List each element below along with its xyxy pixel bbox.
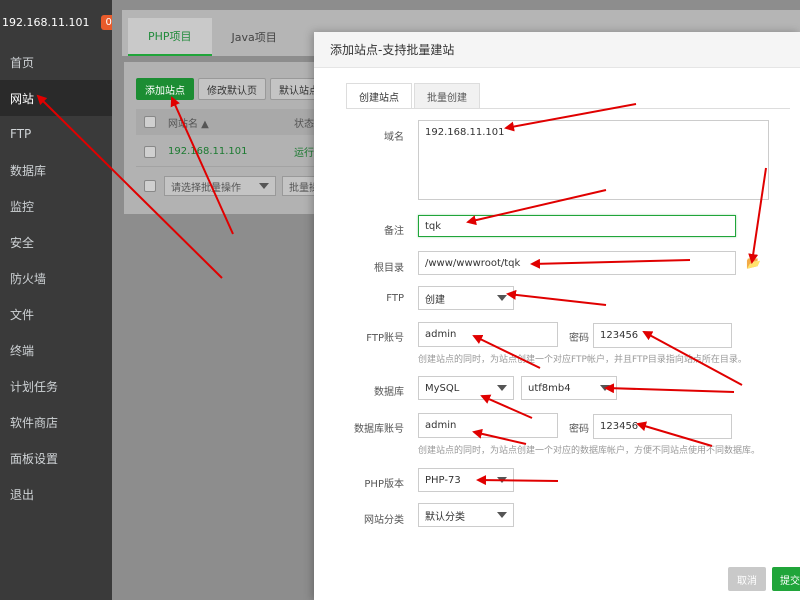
sidebar-item-terminal[interactable]: 终端 xyxy=(0,332,112,368)
row-checkbox[interactable] xyxy=(144,145,156,158)
column-status: 状态 xyxy=(294,118,314,130)
table-header: 网站名 ▲ 状态 xyxy=(136,109,316,135)
sidebar-item-store[interactable]: 软件商店 xyxy=(0,404,112,440)
sidebar-item-cron[interactable]: 计划任务 xyxy=(0,368,112,404)
sidebar: 192.168.11.101 0 首页 网站 FTP 数据库 监控 安全 防火墙… xyxy=(0,0,116,600)
category-label: 网站分类 xyxy=(364,515,404,526)
chevron-down-icon xyxy=(497,295,507,301)
db-hint: 创建站点的同时，为站点创建一个对应的数据库帐户，方便不同站点使用不同数据库。 xyxy=(418,446,761,456)
tab-java[interactable]: Java项目 xyxy=(212,18,297,56)
php-version-value: PHP-73 xyxy=(425,474,461,486)
table-row: 192.168.11.101 运行 xyxy=(136,137,316,167)
chevron-down-icon xyxy=(259,183,269,189)
modify-default-page-button[interactable]: 修改默认页 xyxy=(198,78,266,100)
php-version-label: PHP版本 xyxy=(364,479,404,490)
submit-button[interactable]: 提交 xyxy=(772,567,800,591)
remark-label: 备注 xyxy=(384,226,404,237)
sidebar-item-website[interactable]: 网站 xyxy=(0,80,112,116)
tab-batch-create[interactable]: 批量创建 xyxy=(414,83,480,109)
db-password-label: 密码 xyxy=(569,424,589,435)
sidebar-item-database[interactable]: 数据库 xyxy=(0,152,112,188)
ftp-password-label: 密码 xyxy=(569,333,589,344)
domain-label: 域名 xyxy=(384,132,404,143)
bulk-actions: 请选择批量操作 批量操作 xyxy=(136,176,336,196)
modal-title: 添加站点-支持批量建站 xyxy=(314,32,800,68)
chevron-down-icon xyxy=(497,477,507,483)
php-version-select[interactable]: PHP-73 xyxy=(418,468,514,492)
ftp-account-label: FTP账号 xyxy=(366,333,404,344)
ftp-select-value: 创建 xyxy=(425,294,445,306)
db-account-label: 数据库账号 xyxy=(354,424,404,435)
bulk-select-placeholder: 请选择批量操作 xyxy=(171,182,241,194)
select-all-checkbox[interactable] xyxy=(144,116,156,128)
tab-php[interactable]: PHP项目 xyxy=(128,18,212,56)
ftp-hint: 创建站点的同时，为站点创建一个对应FTP帐户，并且FTP目录指向站点所在目录。 xyxy=(418,355,747,365)
chevron-down-icon xyxy=(497,385,507,391)
ftp-label: FTP xyxy=(386,293,404,304)
chevron-down-icon xyxy=(600,385,610,391)
tab-create-site[interactable]: 创建站点 xyxy=(346,83,412,109)
sidebar-item-files[interactable]: 文件 xyxy=(0,296,112,332)
add-site-button[interactable]: 添加站点 xyxy=(136,78,194,100)
database-label: 数据库 xyxy=(374,387,404,398)
ftp-select[interactable]: 创建 xyxy=(418,286,514,310)
ftp-password-input[interactable]: 123456 xyxy=(593,323,732,348)
modal-tabs: 创建站点 批量创建 xyxy=(346,83,482,109)
status-badge[interactable]: 运行 xyxy=(294,144,314,159)
db-password-input[interactable]: 123456 xyxy=(593,414,732,439)
root-dir-label: 根目录 xyxy=(374,263,404,274)
database-type-value: MySQL xyxy=(425,382,460,394)
cancel-button[interactable]: 取消 xyxy=(728,567,766,591)
server-ip: 192.168.11.101 xyxy=(2,15,90,29)
site-link[interactable]: 192.168.11.101 xyxy=(168,146,248,157)
chevron-down-icon xyxy=(497,512,507,518)
tab-divider xyxy=(346,108,790,109)
database-type-select[interactable]: MySQL xyxy=(418,376,514,400)
toolbar: 添加站点 修改默认页 默认站点 xyxy=(136,78,328,100)
add-site-modal: 添加站点-支持批量建站 创建站点 批量创建 域名 192.168.11.101 … xyxy=(314,32,800,600)
folder-open-icon[interactable]: 📂 xyxy=(746,256,761,270)
sidebar-item-settings[interactable]: 面板设置 xyxy=(0,440,112,476)
charset-select[interactable]: utf8mb4 xyxy=(521,376,617,400)
sidebar-item-ftp[interactable]: FTP xyxy=(0,116,112,152)
sidebar-item-logout[interactable]: 退出 xyxy=(0,476,112,512)
category-select[interactable]: 默认分类 xyxy=(418,503,514,527)
root-dir-input[interactable]: /www/wwwroot/tqk xyxy=(418,251,736,275)
column-site-name[interactable]: 网站名 ▲ xyxy=(168,115,209,130)
category-value: 默认分类 xyxy=(425,511,465,523)
bulk-checkbox[interactable] xyxy=(144,180,156,192)
charset-value: utf8mb4 xyxy=(528,382,571,394)
bulk-select[interactable]: 请选择批量操作 xyxy=(164,176,276,196)
remark-input[interactable]: tqk xyxy=(418,215,736,237)
sidebar-item-security[interactable]: 安全 xyxy=(0,224,112,260)
sidebar-item-firewall[interactable]: 防火墙 xyxy=(0,260,112,296)
domain-textarea[interactable]: 192.168.11.101 xyxy=(418,120,769,200)
server-header: 192.168.11.101 0 xyxy=(0,0,116,44)
sidebar-item-monitor[interactable]: 监控 xyxy=(0,188,112,224)
sidebar-item-home[interactable]: 首页 xyxy=(0,44,112,80)
